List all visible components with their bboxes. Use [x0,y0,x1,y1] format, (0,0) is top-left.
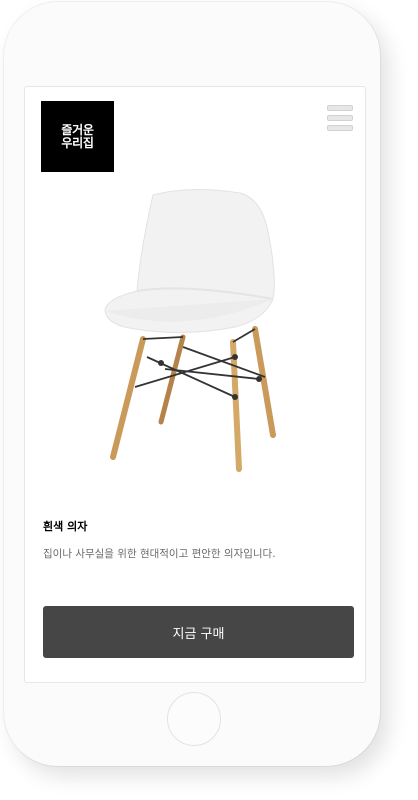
hamburger-menu-icon[interactable] [327,105,353,131]
phone-frame: 즐거운 우리집 흰색 의자 집이나 사무실을 위한 현대적이고 편안한 의자입니… [4,2,380,766]
home-button[interactable] [167,692,221,746]
menu-line [327,105,353,111]
product-description: 집이나 사무실을 위한 현대적이고 편안한 의자입니다. [43,548,276,560]
logo-text: 즐거운 우리집 [61,122,94,150]
buy-now-button[interactable]: 지금 구매 [43,606,354,658]
chair-image [104,188,276,472]
brand-logo[interactable]: 즐거운 우리집 [41,101,114,172]
menu-line [327,125,353,131]
menu-line [327,115,353,121]
phone-screen: 즐거운 우리집 흰색 의자 집이나 사무실을 위한 현대적이고 편안한 의자입니… [24,86,366,683]
product-title: 흰색 의자 [43,520,88,533]
